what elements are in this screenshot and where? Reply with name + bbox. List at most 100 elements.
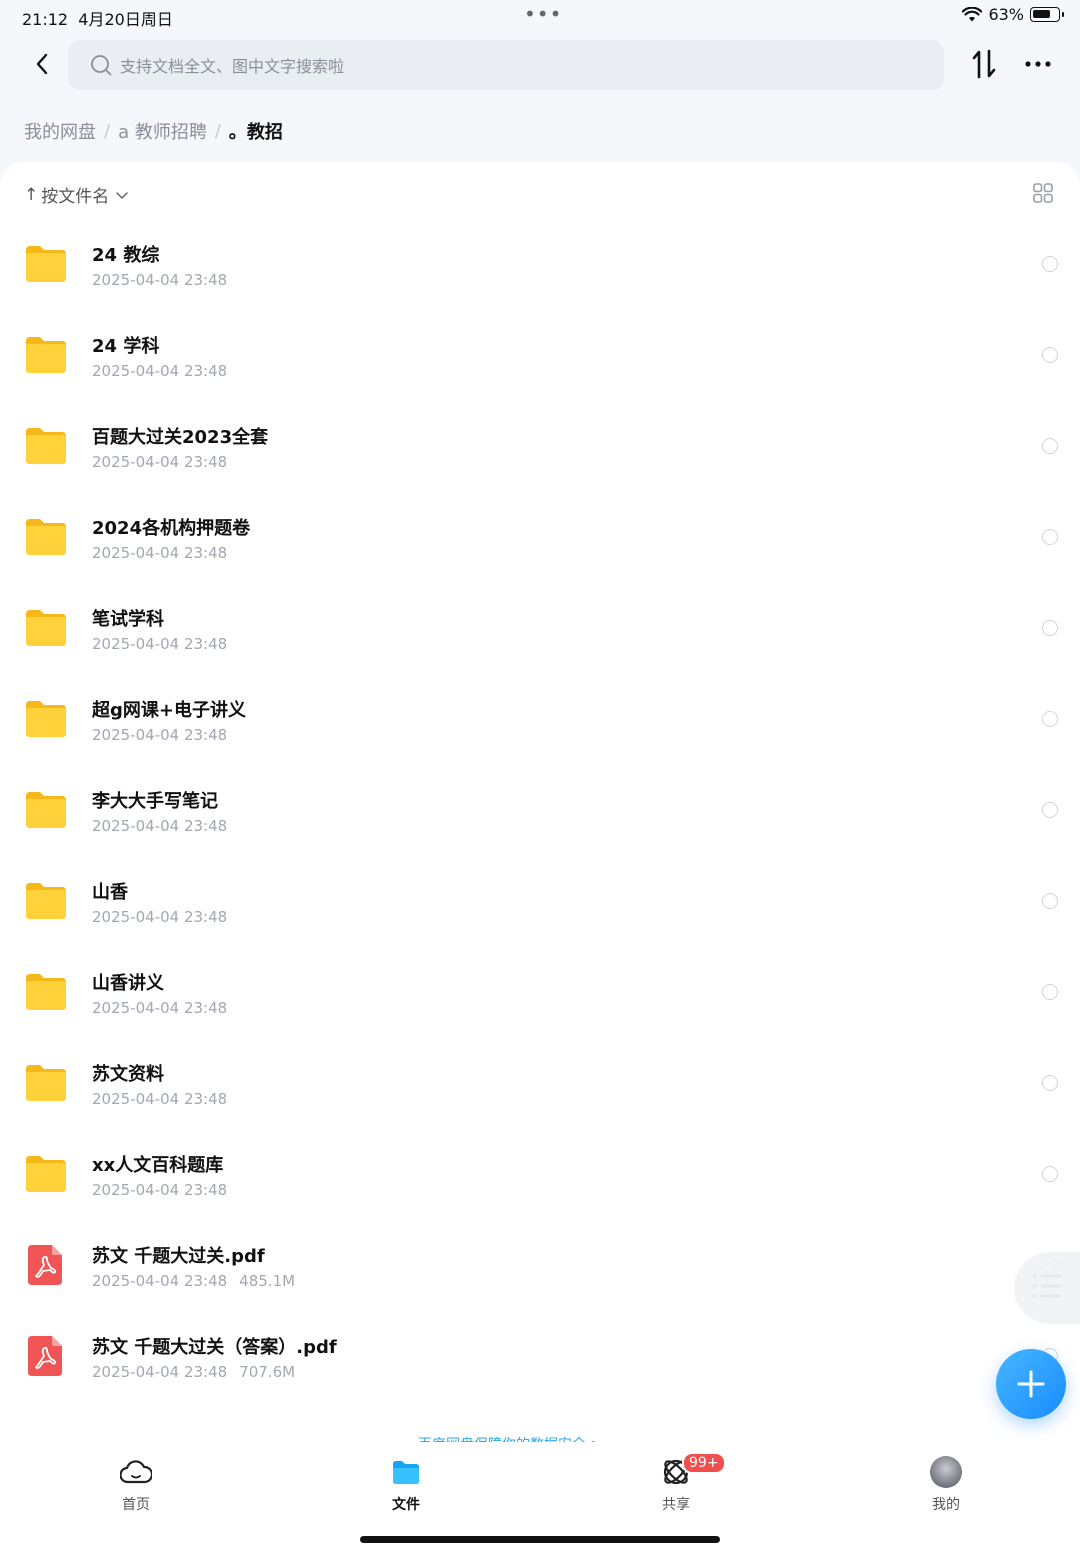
status-right: 63% xyxy=(962,5,1064,24)
file-row[interactable]: 百题大过关2023全套 2025-04-04 23:48 xyxy=(0,404,1080,495)
folder-icon xyxy=(24,517,68,557)
search-input[interactable]: 支持文档全文、图中文字搜索啦 xyxy=(68,40,944,90)
more-button[interactable] xyxy=(1020,44,1056,84)
folder-icon xyxy=(24,426,68,466)
select-checkbox[interactable] xyxy=(1042,802,1058,818)
file-date: 2025-04-04 23:48 xyxy=(92,726,228,744)
share-badge: 99+ xyxy=(682,1452,726,1474)
file-name: 苏文资料 xyxy=(92,1064,164,1085)
file-row[interactable]: 苏文 千题大过关.pdf 2025-04-04 23:48 485.1M xyxy=(0,1223,1080,1314)
select-checkbox[interactable] xyxy=(1042,893,1058,909)
file-date: 2025-04-04 23:48 xyxy=(92,1272,228,1290)
header: 支持文档全文、图中文字搜索啦 xyxy=(0,38,1080,92)
file-date: 2025-04-04 23:48 xyxy=(92,1363,228,1381)
select-checkbox[interactable] xyxy=(1042,984,1058,1000)
multitask-dots-icon[interactable]: ••• xyxy=(524,2,562,26)
file-date: 2025-04-04 23:48 xyxy=(92,453,228,471)
file-meta: 2025-04-04 23:48 xyxy=(92,1090,227,1108)
transfer-button[interactable] xyxy=(966,44,1002,84)
sort-dropdown[interactable]: ↑ 按文件名 xyxy=(24,182,129,207)
file-meta: 2025-04-04 23:48 xyxy=(92,908,227,926)
nav-share[interactable]: 99+ 共享 xyxy=(636,1452,726,1514)
folder-icon xyxy=(24,1154,68,1194)
file-meta: 2025-04-04 23:48 xyxy=(92,726,227,744)
select-checkbox[interactable] xyxy=(1042,256,1058,272)
grid-view-icon[interactable] xyxy=(1032,182,1054,204)
breadcrumb-separator: / xyxy=(104,120,111,142)
file-name: 笔试学科 xyxy=(92,609,164,630)
avatar xyxy=(930,1456,962,1488)
more-dots-icon xyxy=(1025,61,1051,67)
nav-files[interactable]: 文件 xyxy=(366,1456,446,1514)
select-checkbox[interactable] xyxy=(1042,438,1058,454)
file-row[interactable]: 笔试学科 2025-04-04 23:48 xyxy=(0,586,1080,677)
file-list: 24 教综 2025-04-04 23:48 24 学科 2025-04-04 23:… xyxy=(0,222,1080,1405)
search-placeholder: 支持文档全文、图中文字搜索啦 xyxy=(120,57,345,76)
file-meta: 2025-04-04 23:48 xyxy=(92,1181,227,1199)
file-date: 2025-04-04 23:48 xyxy=(92,271,228,289)
file-date: 2025-04-04 23:48 xyxy=(92,1181,228,1199)
pdf-file-icon xyxy=(24,1336,68,1376)
file-name: 百题大过关2023全套 xyxy=(92,427,269,448)
breadcrumb: 我的网盘 / a 教师招聘 / 。教招 xyxy=(24,118,283,144)
file-name: 24 学科 xyxy=(92,336,160,357)
folder-icon xyxy=(24,790,68,830)
back-button[interactable] xyxy=(28,46,56,82)
nav-files-label: 文件 xyxy=(392,1497,420,1513)
file-row[interactable]: 2024各机构押题卷 2025-04-04 23:48 xyxy=(0,495,1080,586)
cloud-home-icon xyxy=(119,1456,153,1488)
file-meta: 2025-04-04 23:48 xyxy=(92,635,227,653)
nav-home[interactable]: 首页 xyxy=(96,1456,176,1514)
breadcrumb-current: 。教招 xyxy=(228,122,283,143)
folder-icon xyxy=(24,244,68,284)
file-row[interactable]: 24 学科 2025-04-04 23:48 xyxy=(0,313,1080,404)
home-indicator[interactable] xyxy=(360,1536,720,1543)
file-size: 707.6M xyxy=(239,1363,296,1381)
file-name: 24 教综 xyxy=(92,245,160,266)
folder-icon xyxy=(24,699,68,739)
side-list-tab[interactable] xyxy=(1014,1252,1080,1324)
file-row[interactable]: 超g网课+电子讲义 2025-04-04 23:48 xyxy=(0,677,1080,768)
file-row[interactable]: 山香讲义 2025-04-04 23:48 xyxy=(0,950,1080,1041)
file-size: 485.1M xyxy=(239,1272,296,1290)
status-date: 4月20日周日 xyxy=(78,10,173,29)
breadcrumb-item-teacher[interactable]: a 教师招聘 xyxy=(118,118,207,144)
file-meta: 2025-04-04 23:48 707.6M xyxy=(92,1363,295,1381)
file-date: 2025-04-04 23:48 xyxy=(92,362,228,380)
nav-me-label: 我的 xyxy=(932,1497,960,1513)
nav-me[interactable]: 我的 xyxy=(906,1456,986,1514)
breadcrumb-item-root[interactable]: 我的网盘 xyxy=(24,118,96,144)
file-row[interactable]: 苏文资料 2025-04-04 23:48 xyxy=(0,1041,1080,1132)
file-row[interactable]: 24 教综 2025-04-04 23:48 xyxy=(0,222,1080,313)
select-checkbox[interactable] xyxy=(1042,529,1058,545)
select-checkbox[interactable] xyxy=(1042,711,1058,727)
file-row[interactable]: 山香 2025-04-04 23:48 xyxy=(0,859,1080,950)
file-row[interactable]: xx人文百科题库 2025-04-04 23:48 xyxy=(0,1132,1080,1223)
file-name: 苏文 千题大过关（答案）.pdf xyxy=(92,1337,337,1358)
file-panel: ↑ 按文件名 24 教综 2025-04-04 23:48 24 学科 2025-04… xyxy=(0,162,1080,1452)
nav-home-label: 首页 xyxy=(122,1497,150,1513)
file-row[interactable]: 苏文 千题大过关（答案）.pdf 2025-04-04 23:48 707.6M xyxy=(0,1314,1080,1405)
select-checkbox[interactable] xyxy=(1042,347,1058,363)
file-meta: 2025-04-04 23:48 xyxy=(92,362,227,380)
file-date: 2025-04-04 23:48 xyxy=(92,635,228,653)
file-name: 超g网课+电子讲义 xyxy=(92,700,246,721)
transfer-arrows-icon xyxy=(972,49,996,79)
chevron-down-icon xyxy=(116,191,128,199)
folder-icon xyxy=(24,1063,68,1103)
file-meta: 2025-04-04 23:48 xyxy=(92,453,227,471)
pdf-file-icon xyxy=(24,1245,68,1285)
select-checkbox[interactable] xyxy=(1042,1075,1058,1091)
select-checkbox[interactable] xyxy=(1042,620,1058,636)
add-button[interactable] xyxy=(996,1349,1066,1419)
select-checkbox[interactable] xyxy=(1042,1166,1058,1182)
avatar-wrapper xyxy=(929,1456,963,1488)
status-time: 21:12 4月20日周日 xyxy=(22,6,173,30)
file-meta: 2025-04-04 23:48 xyxy=(92,999,227,1017)
battery-percent: 63% xyxy=(988,5,1024,24)
search-icon xyxy=(91,55,112,76)
folder-icon xyxy=(24,881,68,921)
folder-icon xyxy=(24,335,68,375)
file-name: 李大大手写笔记 xyxy=(92,791,218,812)
file-row[interactable]: 李大大手写笔记 2025-04-04 23:48 xyxy=(0,768,1080,859)
